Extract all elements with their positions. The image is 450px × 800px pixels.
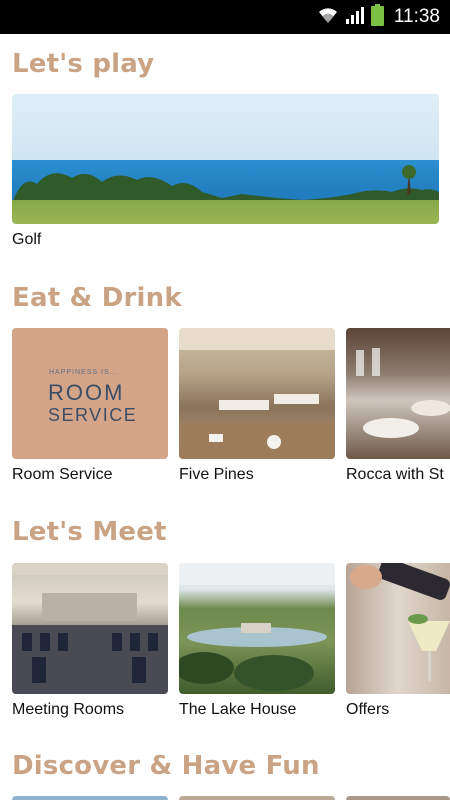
discover-image-1 bbox=[12, 796, 168, 800]
discover-image-3 bbox=[346, 796, 450, 800]
card-label-lake-house: The Lake House bbox=[179, 701, 297, 718]
golf-image bbox=[12, 94, 439, 224]
card-lake-house[interactable]: The Lake House bbox=[179, 563, 335, 723]
home-feed[interactable]: Let's play Golf Eat & Drink HAPPINESS IS… bbox=[0, 34, 450, 800]
card-rocca[interactable]: Rocca with St bbox=[346, 328, 450, 488]
section-title-lets-play: Let's play bbox=[12, 49, 155, 79]
lake-house-image bbox=[179, 563, 335, 694]
room-service-logo-line1: ROOM bbox=[48, 380, 125, 405]
card-discover-2[interactable] bbox=[179, 796, 335, 800]
card-label-five-pines: Five Pines bbox=[179, 466, 254, 483]
offers-image bbox=[346, 563, 450, 694]
rocca-image bbox=[346, 328, 450, 459]
wifi-icon bbox=[317, 6, 339, 29]
card-golf[interactable]: Golf bbox=[12, 94, 439, 252]
five-pines-image bbox=[179, 328, 335, 459]
card-discover-1[interactable] bbox=[12, 796, 168, 800]
section-title-discover: Discover & Have Fun bbox=[12, 751, 320, 781]
card-discover-3[interactable] bbox=[346, 796, 450, 800]
status-bar: 11:38 bbox=[0, 0, 450, 34]
section-title-lets-meet: Let's Meet bbox=[12, 517, 167, 547]
room-service-logo-line2: SERVICE bbox=[48, 405, 138, 425]
card-label-golf: Golf bbox=[12, 231, 42, 248]
battery-icon bbox=[370, 3, 384, 31]
signal-icon bbox=[345, 6, 365, 29]
card-room-service[interactable]: HAPPINESS IS... ROOM SERVICE Room Servic… bbox=[12, 328, 168, 488]
card-five-pines[interactable]: Five Pines bbox=[179, 328, 335, 488]
card-offers[interactable]: Offers bbox=[346, 563, 450, 723]
card-label-meeting-rooms: Meeting Rooms bbox=[12, 701, 125, 718]
status-time: 11:38 bbox=[393, 6, 440, 27]
card-label-room-service: Room Service bbox=[12, 466, 113, 483]
card-label-rocca: Rocca with St bbox=[346, 466, 444, 483]
card-meeting-rooms[interactable]: Meeting Rooms bbox=[12, 563, 168, 723]
card-label-offers: Offers bbox=[346, 701, 390, 718]
room-service-image: HAPPINESS IS... ROOM SERVICE bbox=[12, 328, 168, 459]
room-service-logo-small: HAPPINESS IS... bbox=[49, 369, 119, 376]
meeting-rooms-image bbox=[12, 563, 168, 694]
discover-image-2 bbox=[179, 796, 335, 800]
section-title-eat-drink: Eat & Drink bbox=[12, 283, 182, 313]
